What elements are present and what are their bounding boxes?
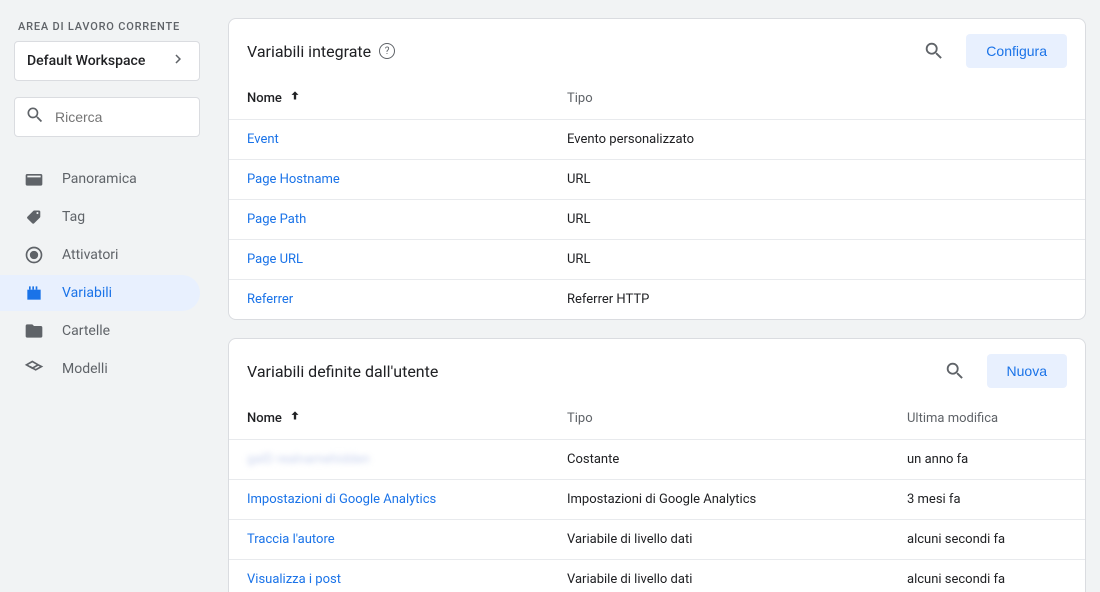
table-row[interactable]: EventEvento personalizzato [229, 119, 1085, 159]
variable-type: Variabile di livello dati [567, 572, 907, 587]
user-title: Variabili definite dall'utente [247, 362, 438, 381]
variable-modified: alcuni secondi fa [907, 532, 1067, 547]
table-row[interactable]: Page HostnameURL [229, 159, 1085, 199]
builtin-rows: EventEvento personalizzatoPage HostnameU… [229, 119, 1085, 319]
col-name-header[interactable]: Nome [247, 89, 567, 107]
chevron-right-icon [169, 50, 187, 72]
col-type-header[interactable]: Tipo [567, 411, 907, 426]
configure-button[interactable]: Configura [966, 34, 1067, 68]
search-input[interactable] [55, 109, 189, 125]
search-user-button[interactable] [937, 353, 973, 389]
variable-type: Costante [567, 452, 907, 467]
table-row[interactable]: Page URLURL [229, 239, 1085, 279]
nav-label: Cartelle [62, 323, 110, 339]
variable-type: Evento personalizzato [567, 132, 1067, 147]
table-row[interactable]: Page PathURL [229, 199, 1085, 239]
variable-modified: 3 mesi fa [907, 492, 1067, 507]
nav-label: Tag [62, 209, 85, 225]
sidebar-nav: Panoramica Tag Attivatori Variabili [14, 161, 200, 387]
user-title-text: Variabili definite dall'utente [247, 362, 438, 381]
builtin-table-header: Nome Tipo [229, 73, 1085, 119]
builtin-title-text: Variabili integrate [247, 42, 371, 61]
table-row[interactable]: Traccia l'autoreVariabile di livello dat… [229, 519, 1085, 559]
variable-name-link[interactable]: Page Hostname [247, 172, 567, 187]
col-type-header[interactable]: Tipo [567, 91, 1067, 106]
workspace-area-label: AREA DI LAVORO CORRENTE [18, 20, 200, 33]
variable-type: URL [567, 172, 1067, 187]
table-row[interactable]: ReferrerReferrer HTTP [229, 279, 1085, 319]
sidebar: AREA DI LAVORO CORRENTE Default Workspac… [0, 0, 210, 592]
variable-type: Impostazioni di Google Analytics [567, 492, 907, 507]
workspace-selector[interactable]: Default Workspace [14, 41, 200, 81]
overview-icon [24, 169, 44, 189]
nav-triggers[interactable]: Attivatori [0, 237, 200, 273]
search-box[interactable] [14, 97, 200, 137]
nav-label: Variabili [62, 285, 112, 301]
builtin-title: Variabili integrate ? [247, 42, 395, 61]
sort-asc-icon [288, 409, 302, 427]
table-row[interactable]: Impostazioni di Google AnalyticsImpostaz… [229, 479, 1085, 519]
nav-label: Modelli [62, 361, 108, 377]
variable-name-link[interactable]: Referrer [247, 292, 567, 307]
variable-name-link[interactable]: Visualizza i post [247, 572, 567, 587]
user-rows: gaID realnamehiddenCostanteun anno faImp… [229, 439, 1085, 592]
variable-name-link[interactable]: gaID realnamehidden [247, 452, 567, 467]
variable-icon [24, 283, 44, 303]
nav-label: Attivatori [62, 247, 118, 263]
main-content: Variabili integrate ? Configura Nome [210, 0, 1100, 592]
nav-folders[interactable]: Cartelle [0, 313, 200, 349]
nav-templates[interactable]: Modelli [0, 351, 200, 387]
builtin-variables-card: Variabili integrate ? Configura Nome [228, 18, 1086, 320]
variable-name-link[interactable]: Traccia l'autore [247, 532, 567, 547]
tag-icon [24, 207, 44, 227]
workspace-name: Default Workspace [27, 53, 145, 69]
variable-type: Referrer HTTP [567, 292, 1067, 307]
variable-modified: alcuni secondi fa [907, 572, 1067, 587]
variable-type: URL [567, 212, 1067, 227]
sort-asc-icon [288, 89, 302, 107]
folder-icon [24, 321, 44, 341]
nav-variables[interactable]: Variabili [0, 275, 200, 311]
trigger-icon [24, 245, 44, 265]
variable-modified: un anno fa [907, 452, 1067, 467]
search-icon [25, 105, 45, 129]
table-row[interactable]: gaID realnamehiddenCostanteun anno fa [229, 439, 1085, 479]
col-name-header[interactable]: Nome [247, 409, 567, 427]
variable-type: Variabile di livello dati [567, 532, 907, 547]
nav-overview[interactable]: Panoramica [0, 161, 200, 197]
variable-name-link[interactable]: Page URL [247, 252, 567, 267]
variable-name-link[interactable]: Event [247, 132, 567, 147]
template-icon [24, 359, 44, 379]
nav-tags[interactable]: Tag [0, 199, 200, 235]
variable-name-link[interactable]: Impostazioni di Google Analytics [247, 492, 567, 507]
variable-type: URL [567, 252, 1067, 267]
new-variable-button[interactable]: Nuova [987, 354, 1067, 388]
help-icon[interactable]: ? [379, 43, 395, 59]
variable-name-link[interactable]: Page Path [247, 212, 567, 227]
table-row[interactable]: Visualizza i postVariabile di livello da… [229, 559, 1085, 592]
search-builtin-button[interactable] [916, 33, 952, 69]
user-variables-card: Variabili definite dall'utente Nuova Nom… [228, 338, 1086, 592]
nav-label: Panoramica [62, 171, 137, 187]
col-modified-header[interactable]: Ultima modifica [907, 411, 1067, 426]
user-table-header: Nome Tipo Ultima modifica [229, 393, 1085, 439]
